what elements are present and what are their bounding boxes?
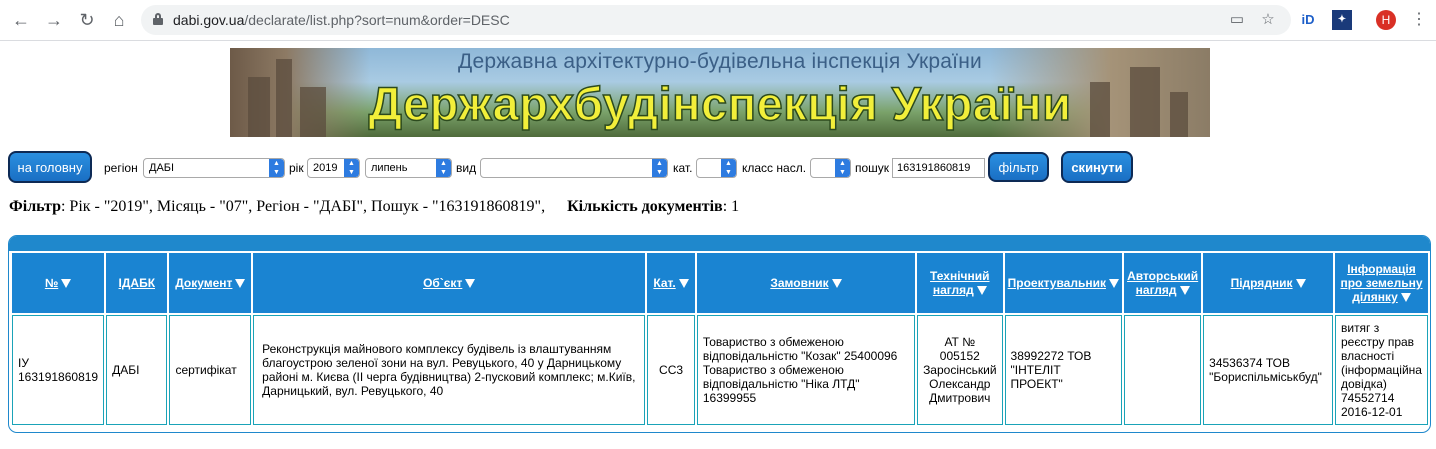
sort-triangle-icon (678, 279, 689, 289)
extension-id-icon[interactable]: iD (1298, 10, 1318, 30)
sort-triangle-icon (831, 279, 842, 289)
reload-icon[interactable]: ↻ (76, 9, 98, 31)
region-label: регіон (104, 161, 138, 175)
sort-triangle-icon (1179, 286, 1190, 296)
search-label: пошук (855, 161, 890, 175)
cell-author-supervision (1124, 315, 1202, 425)
menu-dots-icon[interactable]: ⋮ (1408, 9, 1430, 31)
address-bar[interactable]: dabi.gov.ua/declarate/list.php?sort=num&… (141, 5, 1291, 35)
column-header-object[interactable]: Об`єкт (253, 253, 646, 313)
column-header-idabk[interactable]: ІДАБК (106, 253, 168, 313)
results-table: № ІДАБК Документ Об`єкт Кат. Замовник Те… (10, 251, 1430, 427)
back-arrow-icon[interactable]: ← (10, 9, 32, 31)
search-input[interactable]: 163191860819 (892, 158, 985, 178)
chevron-updown-icon: ▲ ▼ (436, 159, 451, 177)
chevron-updown-icon: ▲ ▼ (652, 159, 667, 177)
cell-idabk: ДАБІ (106, 315, 168, 425)
sort-triangle-icon (61, 279, 72, 289)
sort-triangle-icon (1295, 279, 1306, 289)
sort-triangle-icon (465, 279, 476, 289)
sort-triangle-icon (1400, 293, 1411, 303)
cell-tech-supervision: АТ № 005152 Заросінський Олександр Дмитр… (917, 315, 1003, 425)
year-label: рік (289, 161, 304, 175)
cell-designer: 38992272 ТОВ "ІНТЕЛІТ ПРОЕКТ" (1004, 315, 1123, 425)
banner-subtitle: Державна архітектурно-будівельна інспекц… (458, 50, 982, 73)
browser-toolbar: ← → ↻ ⌂ dabi.gov.ua/declarate/list.php?s… (0, 0, 1436, 41)
profile-avatar[interactable]: H (1376, 10, 1396, 30)
cell-num: ІУ 163191860819 (12, 315, 105, 425)
bookmark-star-icon[interactable]: ☆ (1259, 11, 1277, 29)
category-label: кат. (673, 161, 693, 175)
table-header-row: № ІДАБК Документ Об`єкт Кат. Замовник Те… (12, 253, 1428, 313)
document-count-label: Кількість документів (567, 198, 723, 215)
table-row: ІУ 163191860819 ДАБІ сертифікат Реконстру… (12, 315, 1428, 425)
sort-triangle-icon (1108, 279, 1119, 289)
cast-icon[interactable]: ▭ (1228, 11, 1246, 29)
banner-title: Держархбудінспекція України (368, 76, 1072, 131)
filter-button[interactable]: фільтр (988, 152, 1049, 182)
cell-object: Реконструкція майнового комплексу будіве… (253, 315, 646, 425)
reset-button[interactable]: скинути (1061, 151, 1133, 183)
kind-select[interactable]: ▲ ▼ (480, 158, 668, 178)
home-icon[interactable]: ⌂ (108, 9, 130, 31)
column-header-num[interactable]: № (12, 253, 105, 313)
kind-label: вид (456, 161, 477, 175)
category-select[interactable]: ▲ ▼ (696, 158, 737, 178)
cell-customer: Товариство з обмеженою відповідальністю … (696, 315, 916, 425)
table-top-bar (9, 236, 1430, 251)
year-select[interactable]: 2019 ▲ ▼ (307, 158, 360, 178)
month-select[interactable]: липень ▲ ▼ (365, 158, 452, 178)
extension-icon[interactable]: ✦ (1332, 10, 1352, 30)
sort-triangle-icon (976, 286, 987, 296)
sort-triangle-icon (235, 279, 246, 289)
filter-summary: Фільтр: Рік - "2019", Місяць - "07", Рег… (9, 198, 739, 216)
filter-summary-label: Фільтр (9, 198, 61, 215)
chevron-updown-icon: ▲ ▼ (721, 159, 736, 177)
column-header-designer[interactable]: Проектувальник (1004, 253, 1123, 313)
chevron-updown-icon: ▲ ▼ (344, 159, 359, 177)
column-header-land-info[interactable]: Інформація про земельну ділянку (1334, 253, 1428, 313)
home-page-button[interactable]: на головну (8, 151, 92, 183)
forward-arrow-icon[interactable]: → (43, 9, 65, 31)
lock-icon (153, 13, 163, 25)
region-select[interactable]: ДАБІ ▲ ▼ (143, 158, 285, 178)
document-count-value: : 1 (722, 198, 740, 215)
site-banner: Державна архітектурно-будівельна інспекц… (230, 48, 1210, 137)
column-header-author-supervision[interactable]: Авторський нагляд (1124, 253, 1202, 313)
filter-summary-text: : Рік - "2019", Місяць - "07", Регіон - … (60, 198, 546, 215)
results-table-container: № ІДАБК Документ Об`єкт Кат. Замовник Те… (8, 235, 1431, 433)
class-label: класс насл. (742, 161, 807, 175)
chevron-updown-icon: ▲ ▼ (835, 159, 850, 177)
column-header-customer[interactable]: Замовник (696, 253, 916, 313)
column-header-contractor[interactable]: Підрядник (1203, 253, 1333, 313)
url-text: dabi.gov.ua/declarate/list.php?sort=num&… (173, 12, 510, 28)
cell-document: сертифікат (169, 315, 252, 425)
cell-land-info: витяг з реєстру прав власності (інформац… (1334, 315, 1428, 425)
class-select[interactable]: ▲ ▼ (810, 158, 851, 178)
chevron-updown-icon: ▲ ▼ (269, 159, 284, 177)
column-header-document[interactable]: Документ (169, 253, 252, 313)
cell-contractor: 34536374 ТОВ "Бориспільміськбуд" (1203, 315, 1333, 425)
cell-category: СС3 (647, 315, 695, 425)
column-header-tech-supervision[interactable]: Технічний нагляд (917, 253, 1003, 313)
column-header-category[interactable]: Кат. (647, 253, 695, 313)
